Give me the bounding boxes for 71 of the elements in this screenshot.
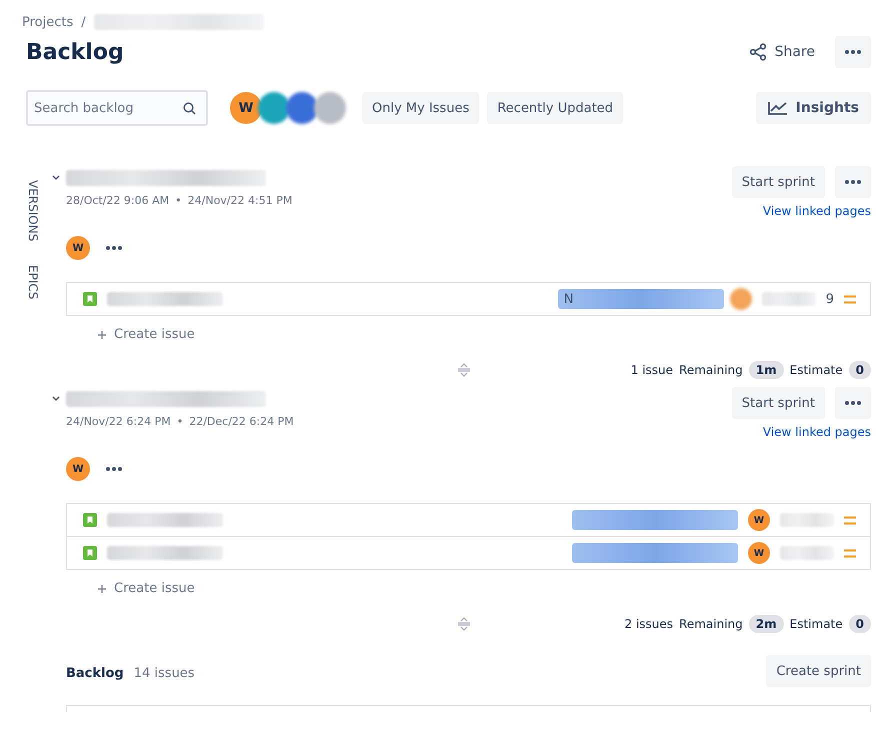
linked-pages-link[interactable]: View linked pages	[762, 425, 871, 439]
linked-pages-link[interactable]: View linked pages	[762, 204, 871, 218]
issue-count: 1 issue	[630, 363, 674, 377]
drag-handle-icon[interactable]	[458, 363, 470, 377]
blurred-avatar	[730, 288, 752, 310]
insights-button[interactable]: Insights	[756, 92, 871, 124]
side-tab[interactable]: EPICS	[26, 265, 40, 300]
assignee-avatar[interactable]: W	[66, 457, 90, 481]
more-button[interactable]	[835, 36, 871, 68]
page-title: Backlog	[26, 40, 124, 64]
priority-icon	[844, 548, 856, 558]
filter-button[interactable]: Recently Updated	[487, 92, 624, 124]
share-button[interactable]: Share	[742, 39, 821, 65]
breadcrumb-link[interactable]: Projects	[22, 14, 74, 30]
sprint-dates: 22/Dec/22 6:24 PM	[189, 415, 294, 428]
more-icon	[106, 246, 122, 250]
assignee-avatar: W	[748, 542, 770, 564]
start-sprint-button[interactable]: Start sprint	[732, 166, 825, 198]
issue-count: 2 issues	[624, 617, 674, 631]
issue-key: 9	[826, 292, 834, 306]
create-sprint-button[interactable]: Create sprint	[766, 655, 871, 687]
blurred-issue-key	[780, 513, 834, 527]
breadcrumb-separator: /	[81, 14, 86, 30]
filter-button[interactable]: Only My Issues	[362, 92, 480, 124]
date-separator: •	[176, 415, 184, 428]
chevron-icon[interactable]	[52, 396, 60, 402]
side-tab[interactable]: VERSIONS	[26, 180, 40, 242]
remaining-label: Remaining	[679, 363, 743, 377]
share-icon	[748, 43, 767, 61]
priority-icon	[844, 516, 856, 524]
estimate-value: 0	[848, 361, 871, 379]
user-avatar[interactable]: W	[230, 92, 262, 124]
chart-icon	[768, 101, 788, 115]
estimate-label: Estimate	[790, 363, 843, 377]
blurred-issue-key	[780, 546, 834, 560]
story-icon	[83, 546, 97, 560]
assignee-avatar[interactable]: W	[66, 236, 90, 260]
search-icon	[183, 102, 196, 115]
create-issue-button[interactable]: Create issue	[92, 580, 201, 597]
search-field[interactable]: Search backlog	[26, 90, 208, 126]
start-sprint-button[interactable]: Start sprint	[732, 387, 825, 419]
estimate-value: 0	[848, 615, 871, 633]
create-issue-button[interactable]: Create issue	[92, 326, 201, 343]
sprint-dates: 24/Nov/22 6:24 PM	[66, 415, 171, 428]
blurred-avatar[interactable]	[258, 92, 290, 124]
backlog-title: Backlog	[66, 666, 124, 680]
story-icon	[83, 292, 97, 306]
remaining-time: 1m	[748, 361, 784, 379]
blurred-issue-key	[762, 292, 816, 306]
plus-icon	[98, 330, 106, 338]
chevron-icon[interactable]	[52, 175, 60, 181]
story-icon	[83, 513, 97, 527]
more-icon	[845, 180, 861, 184]
sprint-dates: 28/Oct/22 9:06 AM	[66, 194, 170, 207]
remaining-time: 2m	[748, 615, 784, 633]
plus-icon	[98, 584, 106, 592]
assignee-avatar: W	[748, 509, 770, 531]
more-icon	[845, 50, 861, 54]
more-button[interactable]	[835, 387, 871, 419]
more-button[interactable]	[835, 166, 871, 198]
priority-icon	[844, 294, 856, 304]
blurred-avatar[interactable]	[286, 92, 318, 124]
issue-count: 14 issues	[134, 666, 195, 680]
drag-handle-icon[interactable]	[458, 617, 470, 631]
estimate-label: Estimate	[790, 617, 843, 631]
more-icon	[845, 401, 861, 405]
more-icon	[106, 467, 122, 471]
epic-label: N	[558, 289, 724, 309]
remaining-label: Remaining	[679, 617, 743, 631]
date-separator: •	[175, 194, 182, 207]
sprint-dates: 24/Nov/22 4:51 PM	[188, 194, 292, 207]
